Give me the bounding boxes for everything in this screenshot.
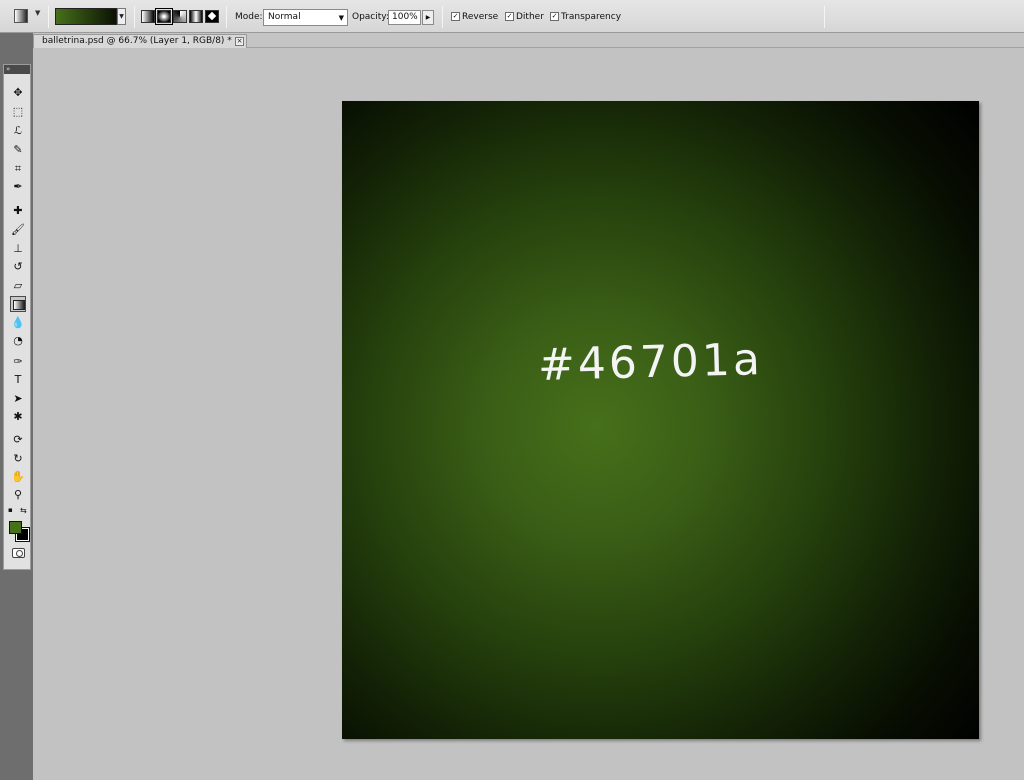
- tool-glyph: ✎: [13, 143, 23, 156]
- quick-selection-tool-icon[interactable]: ✎: [10, 142, 26, 158]
- document-tab-bar: balletrina.psd @ 66.7% (Layer 1, RGB/8) …: [33, 33, 1024, 48]
- crop-tool-icon[interactable]: ⌗: [10, 161, 26, 177]
- eyedropper-tool-icon[interactable]: ✒: [10, 179, 26, 195]
- tool-glyph: ✑: [13, 355, 23, 368]
- separator: [134, 6, 135, 28]
- default-colors-icon[interactable]: ▪: [8, 507, 15, 514]
- tool-glyph: ⬚: [12, 105, 24, 118]
- tool-glyph: 💧: [11, 316, 25, 329]
- shape-tool-icon[interactable]: ✱: [10, 409, 26, 425]
- radial-gradient-button[interactable]: [155, 8, 173, 25]
- document-canvas[interactable]: #46701a: [342, 101, 979, 739]
- document-tab-title: balletrina.psd @ 66.7% (Layer 1, RGB/8) …: [42, 36, 232, 46]
- tool-glyph: ⌗: [14, 162, 22, 175]
- separator: [442, 6, 443, 28]
- type-tool-icon[interactable]: T: [10, 372, 26, 388]
- tool-glyph: T: [14, 373, 22, 386]
- tool-glyph: ✋: [11, 470, 25, 483]
- reverse-checkbox[interactable]: ✓: [451, 12, 460, 21]
- tool-glyph: ✚: [13, 204, 23, 217]
- tool-glyph: ⟳: [13, 433, 23, 446]
- canvas-handwritten-text: #46701a: [537, 334, 764, 391]
- tool-glyph: ⚲: [13, 488, 23, 501]
- marquee-tool-icon[interactable]: ⬚: [10, 104, 26, 120]
- toolbox-panel-strip: » ✥ ⬚ ℒ ✎ ⌗ ✒ ✚ 🖌 ⊥ ↺ ▱ ▤ 💧 ◔ ✑ T ➤ ✱ ⟳ ↻ ✋ ⚲ ▪ ⇆: [0, 33, 33, 780]
- eraser-tool-icon[interactable]: ▱: [10, 278, 26, 294]
- clone-stamp-tool-icon[interactable]: ⊥: [10, 241, 26, 257]
- tool-glyph: ✥: [13, 86, 23, 99]
- path-selection-tool-icon[interactable]: ➤: [10, 391, 26, 407]
- tool-glyph: ✒: [13, 180, 23, 193]
- pen-tool-icon[interactable]: ✑: [10, 354, 26, 370]
- separator: [226, 6, 227, 28]
- tool-glyph: ↺: [13, 260, 23, 273]
- tool-glyph: ◔: [13, 334, 23, 347]
- linear-gradient-button[interactable]: [141, 10, 155, 23]
- chevron-down-icon[interactable]: ▼: [35, 9, 40, 17]
- document-tab[interactable]: balletrina.psd @ 66.7% (Layer 1, RGB/8) …: [33, 34, 247, 48]
- opacity-input[interactable]: 100%: [388, 10, 421, 25]
- brush-tool-icon[interactable]: 🖌: [10, 222, 26, 238]
- zoom-tool-icon[interactable]: ⚲: [10, 487, 26, 503]
- history-brush-tool-icon[interactable]: ↺: [10, 259, 26, 275]
- 3d-orbit-tool-icon[interactable]: ↻: [10, 451, 26, 467]
- reflected-gradient-button[interactable]: [189, 10, 203, 23]
- separator: [824, 6, 825, 28]
- hand-tool-icon[interactable]: ✋: [10, 469, 26, 485]
- transparency-label: Transparency: [561, 12, 622, 22]
- healing-brush-tool-icon[interactable]: ✚: [10, 203, 26, 219]
- toolbox-collapse-toggle[interactable]: »: [4, 65, 30, 74]
- mode-select[interactable]: Normal ▼: [263, 9, 348, 26]
- mode-label: Mode:: [235, 12, 263, 22]
- tool-glyph: ➤: [13, 392, 23, 405]
- reverse-label: Reverse: [462, 12, 499, 22]
- close-icon[interactable]: ×: [235, 37, 244, 46]
- move-tool-icon[interactable]: ✥: [10, 85, 26, 101]
- angle-gradient-button[interactable]: [173, 10, 187, 23]
- tool-glyph: ↻: [13, 452, 23, 465]
- diamond-gradient-button[interactable]: [205, 10, 219, 23]
- opacity-slider-button[interactable]: ▶: [422, 10, 434, 25]
- separator: [48, 6, 49, 28]
- opacity-label: Opacity:: [352, 12, 389, 22]
- dodge-tool-icon[interactable]: ◔: [10, 333, 26, 349]
- tool-preset-picker[interactable]: [14, 9, 28, 23]
- gradient-picker-dropdown[interactable]: ▼: [117, 8, 126, 25]
- transparency-checkbox[interactable]: ✓: [550, 12, 559, 21]
- chevron-down-icon: ▼: [338, 14, 344, 22]
- 3d-rotate-tool-icon[interactable]: ⟳: [10, 432, 26, 448]
- gradient-tool-icon[interactable]: ▤: [10, 296, 26, 312]
- tool-glyph: ⊥: [13, 242, 23, 255]
- mode-value: Normal: [268, 12, 301, 22]
- foreground-color-swatch[interactable]: [9, 521, 22, 534]
- toolbox: » ✥ ⬚ ℒ ✎ ⌗ ✒ ✚ 🖌 ⊥ ↺ ▱ ▤ 💧 ◔ ✑ T ➤ ✱ ⟳ ↻ ✋ ⚲ ▪ ⇆: [3, 64, 31, 570]
- swap-colors-icon[interactable]: ⇆: [20, 506, 27, 515]
- blur-tool-icon[interactable]: 💧: [10, 315, 26, 331]
- dither-label: Dither: [516, 12, 544, 22]
- tool-glyph: ℒ: [14, 124, 22, 137]
- document-workspace: #46701a: [33, 48, 1024, 780]
- tool-glyph: ▱: [13, 279, 23, 292]
- options-bar: ▼ ▼ Mode: Normal ▼ Opacity: 100% ▶ ✓ Rev…: [0, 0, 1024, 33]
- lasso-tool-icon[interactable]: ℒ: [10, 123, 26, 139]
- dither-checkbox[interactable]: ✓: [505, 12, 514, 21]
- tool-glyph: ✱: [13, 410, 23, 423]
- tool-glyph: 🖌: [11, 223, 25, 236]
- gradient-picker[interactable]: [55, 8, 117, 25]
- quick-mask-button[interactable]: [12, 548, 25, 558]
